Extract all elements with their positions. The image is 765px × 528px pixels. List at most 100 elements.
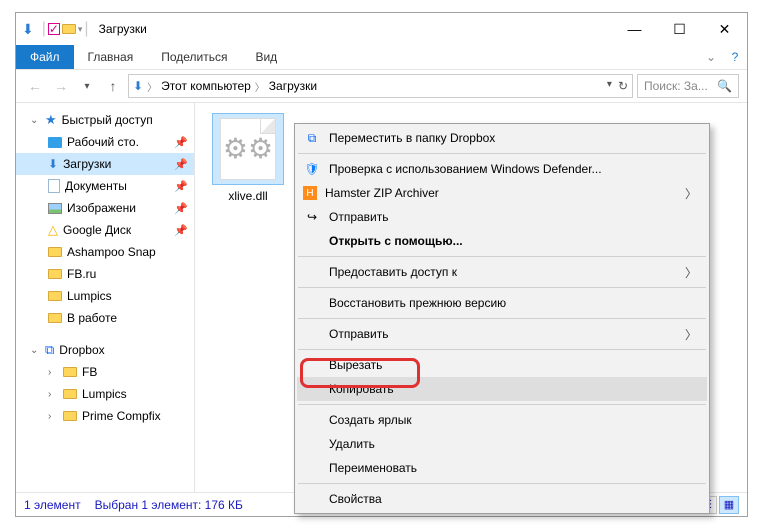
download-icon: ⬇ [48,157,58,171]
tree-fbru[interactable]: FB.ru [16,263,194,285]
defender-icon: 🛡 [303,162,321,176]
tree-vrabote[interactable]: В работе [16,307,194,329]
tree-lumpics2[interactable]: ›Lumpics [16,383,194,405]
minimize-button[interactable]: — [612,14,657,44]
folder-icon [48,247,62,257]
tree-label: Dropbox [59,343,104,357]
cm-rename[interactable]: Переименовать [297,456,707,480]
separator [298,318,706,319]
cm-hamster[interactable]: HHamster ZIP Archiver〉 [297,181,707,205]
tree-downloads[interactable]: ⬇Загрузки📌 [16,153,194,175]
tree-gdrive[interactable]: △Google Диск📌 [16,219,194,241]
cm-properties[interactable]: Свойства [297,487,707,511]
refresh-icon[interactable]: ↻ [618,79,628,93]
folder-icon [48,291,62,301]
tree-label: Google Диск [63,223,131,237]
search-input[interactable]: Поиск: За... 🔍 [637,74,739,98]
google-drive-icon: △ [48,222,58,238]
pin-icon: 📌 [174,136,188,149]
folder-icon [48,313,62,323]
star-icon: ★ [45,112,57,128]
tree-label: Prime Compfix [82,409,161,423]
tree-quick-access[interactable]: ⌄★Быстрый доступ [16,109,194,131]
back-button[interactable]: ← [24,75,46,97]
tree-label: Документы [65,179,127,193]
view-icons-button[interactable]: ▦ [719,496,739,514]
context-menu: ⧉Переместить в папку Dropbox 🛡Проверка с… [294,123,710,514]
qat-overflow[interactable]: ▾ [78,24,83,35]
recent-dropdown[interactable]: ▾ [76,75,98,97]
tree-label: FB.ru [67,267,96,281]
tree-ashampoo[interactable]: Ashampoo Snap [16,241,194,263]
cm-cut[interactable]: Вырезать [297,353,707,377]
cm-copy[interactable]: Копировать [297,377,707,401]
pin-icon: 📌 [174,202,188,215]
maximize-button[interactable]: ☐ [657,14,702,44]
tree-primecompfix[interactable]: ›Prime Compfix [16,405,194,427]
checkbox-icon[interactable]: ✓ [48,23,60,35]
cm-delete[interactable]: Удалить [297,432,707,456]
status-item-count: 1 элемент [24,498,81,512]
cm-defender[interactable]: 🛡Проверка с использованием Windows Defen… [297,157,707,181]
separator [298,404,706,405]
navigation-pane: ⌄★Быстрый доступ Рабочий сто.📌 ⬇Загрузки… [16,103,195,492]
search-placeholder: Поиск: За... [644,79,708,93]
tree-lumpics[interactable]: Lumpics [16,285,194,307]
tab-home[interactable]: Главная [74,45,148,69]
hamster-icon: H [303,186,317,200]
cm-restore[interactable]: Восстановить прежнюю версию [297,291,707,315]
tab-share[interactable]: Поделиться [147,45,241,69]
folder-icon [62,24,76,34]
qat-divider: | [42,20,46,38]
folder-icon [63,411,77,421]
tree-label: Быстрый доступ [62,113,153,127]
separator [298,256,706,257]
separator [298,153,706,154]
chevron-right-icon: 〉 [685,326,697,343]
breadcrumb[interactable]: ⬇ 〉 Этот компьютер 〉 Загрузки ▾ ↻ [128,74,633,98]
titlebar: ⬇ | ✓ ▾ | Загрузки — ☐ ✕ [16,13,747,45]
cm-sendto2[interactable]: Отправить〉 [297,322,707,346]
down-arrow-icon[interactable]: ⬇ [22,21,34,38]
tree-pictures[interactable]: Изображени 📌 [16,197,194,219]
tree-label: Lumpics [67,289,112,303]
tree-desktop[interactable]: Рабочий сто.📌 [16,131,194,153]
folder-icon [63,367,77,377]
forward-button[interactable]: → [50,75,72,97]
tree-dropbox[interactable]: ⌄⧉Dropbox [16,339,194,361]
breadcrumb-current[interactable]: Загрузки [269,79,317,93]
cm-openwith[interactable]: Открыть с помощью... [297,229,707,253]
separator [298,349,706,350]
tree-documents[interactable]: Документы📌 [16,175,194,197]
tree-label: Ashampoo Snap [67,245,156,259]
ribbon: Файл Главная Поделиться Вид ⌄ ? [16,45,747,70]
file-thumbnail: ⚙⚙ [212,113,284,185]
tree-label: Изображени [67,201,136,215]
tab-file[interactable]: Файл [16,45,74,69]
folder-icon [48,269,62,279]
ribbon-expand-icon[interactable]: ⌄ [699,45,723,69]
status-selection: Выбран 1 элемент: 176 КБ [95,498,243,512]
chevron-icon: 〉 [255,79,265,94]
folder-icon [63,389,77,399]
cm-grantaccess[interactable]: Предоставить доступ к〉 [297,260,707,284]
cm-sendto[interactable]: ↪Отправить [297,205,707,229]
tab-view[interactable]: Вид [241,45,291,69]
cm-shortcut[interactable]: Создать ярлык [297,408,707,432]
qat-divider: | [84,20,88,38]
tree-label: Lumpics [82,387,127,401]
tree-label: FB [82,365,97,379]
close-button[interactable]: ✕ [702,14,747,44]
cm-dropbox[interactable]: ⧉Переместить в папку Dropbox [297,126,707,150]
window-title: Загрузки [99,22,147,36]
down-arrow-icon: ⬇ [133,79,143,93]
file-item[interactable]: ⚙⚙ xlive.dll [205,113,291,203]
dropbox-icon: ⧉ [45,342,54,358]
tree-fb[interactable]: ›FB [16,361,194,383]
up-button[interactable]: ↑ [102,75,124,97]
breadcrumb-root[interactable]: Этот компьютер [161,79,251,93]
search-icon: 🔍 [717,79,732,93]
dropdown-icon[interactable]: ▾ [607,79,612,93]
gears-icon: ⚙⚙ [223,135,273,163]
help-icon[interactable]: ? [723,45,747,69]
